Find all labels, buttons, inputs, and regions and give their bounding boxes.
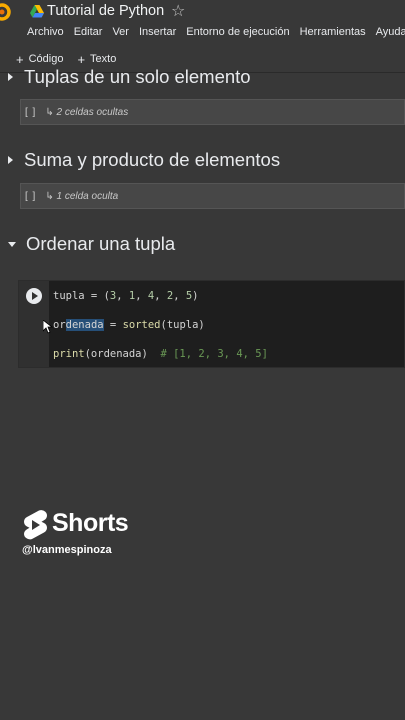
notebook-toolbar: + Código + Texto bbox=[16, 52, 116, 66]
cell-brackets: [ ] bbox=[25, 106, 37, 118]
hidden-cells-label: ↳ 2 celdas ocultas bbox=[45, 106, 129, 118]
section-title: Suma y producto de elementos bbox=[24, 149, 281, 170]
play-icon bbox=[32, 292, 38, 300]
plus-icon: + bbox=[77, 51, 86, 67]
code-comment: # [1, 2, 3, 4, 5] bbox=[160, 348, 268, 360]
star-outline-icon[interactable]: ☆ bbox=[171, 1, 185, 21]
hidden-cells-label: ↳ 1 celda oculta bbox=[45, 190, 119, 202]
run-cell-button[interactable] bbox=[26, 288, 42, 304]
add-code-button[interactable]: + Código bbox=[16, 52, 63, 66]
menu-bar: Archivo Editar Ver Insertar Entorno de e… bbox=[27, 26, 405, 42]
channel-handle: @lvanmespinoza bbox=[22, 544, 112, 556]
collapse-caret-icon[interactable] bbox=[8, 241, 16, 247]
code-token: sorted bbox=[122, 319, 161, 331]
code-token: = bbox=[103, 319, 123, 331]
section-header-tuplas-un-elemento[interactable]: Tuplas de un solo elemento bbox=[8, 66, 251, 88]
code-token: or bbox=[53, 319, 66, 331]
add-text-label: Texto bbox=[90, 53, 117, 65]
section-title: Tuplas de un solo elemento bbox=[24, 66, 251, 87]
section-title: Ordenar una tupla bbox=[26, 233, 176, 254]
add-text-button[interactable]: + Texto bbox=[77, 52, 116, 66]
hidden-cells-bar[interactable]: [ ] ↳ 2 celdas ocultas bbox=[20, 99, 405, 125]
expand-caret-icon[interactable] bbox=[8, 73, 13, 81]
code-token: , bbox=[116, 290, 129, 302]
code-cell[interactable]: tupla = (3, 1, 4, 2, 5) ordenada = sorte… bbox=[18, 280, 405, 368]
colab-logo[interactable] bbox=[0, 2, 14, 22]
code-line-2[interactable]: ordenada = sorted(tupla) bbox=[53, 319, 205, 331]
youtube-shorts-icon bbox=[24, 510, 47, 540]
code-token: (ordenada) bbox=[84, 348, 161, 360]
add-code-label: Código bbox=[28, 53, 64, 65]
code-token: print bbox=[53, 348, 85, 360]
hidden-cells-bar[interactable]: [ ] ↳ 1 celda oculta bbox=[20, 183, 405, 209]
notebook-header: Tutorial de Python ☆ Archivo Editar Ver … bbox=[0, 0, 405, 73]
code-token: (tupla) bbox=[160, 319, 205, 331]
code-token: ) bbox=[192, 290, 199, 302]
code-line-3[interactable]: print(ordenada) # [1, 2, 3, 4, 5] bbox=[53, 348, 268, 360]
code-token: tupla bbox=[53, 290, 85, 302]
plus-icon: + bbox=[16, 51, 24, 67]
menu-herramientas[interactable]: Herramientas bbox=[300, 26, 366, 42]
section-header-ordenar-tupla[interactable]: Ordenar una tupla bbox=[8, 233, 175, 255]
menu-editar[interactable]: Editar bbox=[74, 26, 103, 42]
code-token: , bbox=[135, 290, 148, 302]
cell-brackets: [ ] bbox=[25, 190, 37, 202]
expand-caret-icon[interactable] bbox=[8, 156, 13, 164]
menu-ayuda[interactable]: Ayuda bbox=[376, 26, 405, 42]
notebook-title[interactable]: Tutorial de Python bbox=[47, 3, 164, 19]
code-line-1[interactable]: tupla = (3, 1, 4, 2, 5) bbox=[53, 290, 199, 302]
menu-entorno-de-ejecucion[interactable]: Entorno de ejecución bbox=[186, 26, 289, 42]
google-drive-icon[interactable] bbox=[30, 5, 44, 18]
code-token: , bbox=[154, 290, 167, 302]
menu-archivo[interactable]: Archivo bbox=[27, 26, 64, 42]
shorts-brand-text: Shorts bbox=[52, 509, 129, 537]
mouse-cursor-icon bbox=[43, 320, 53, 334]
section-header-suma-producto[interactable]: Suma y producto de elementos bbox=[8, 149, 280, 171]
menu-ver[interactable]: Ver bbox=[112, 26, 129, 42]
code-token: = ( bbox=[84, 290, 110, 302]
menu-insertar[interactable]: Insertar bbox=[139, 26, 176, 42]
selected-text: denada bbox=[65, 319, 104, 331]
code-token: , bbox=[173, 290, 186, 302]
